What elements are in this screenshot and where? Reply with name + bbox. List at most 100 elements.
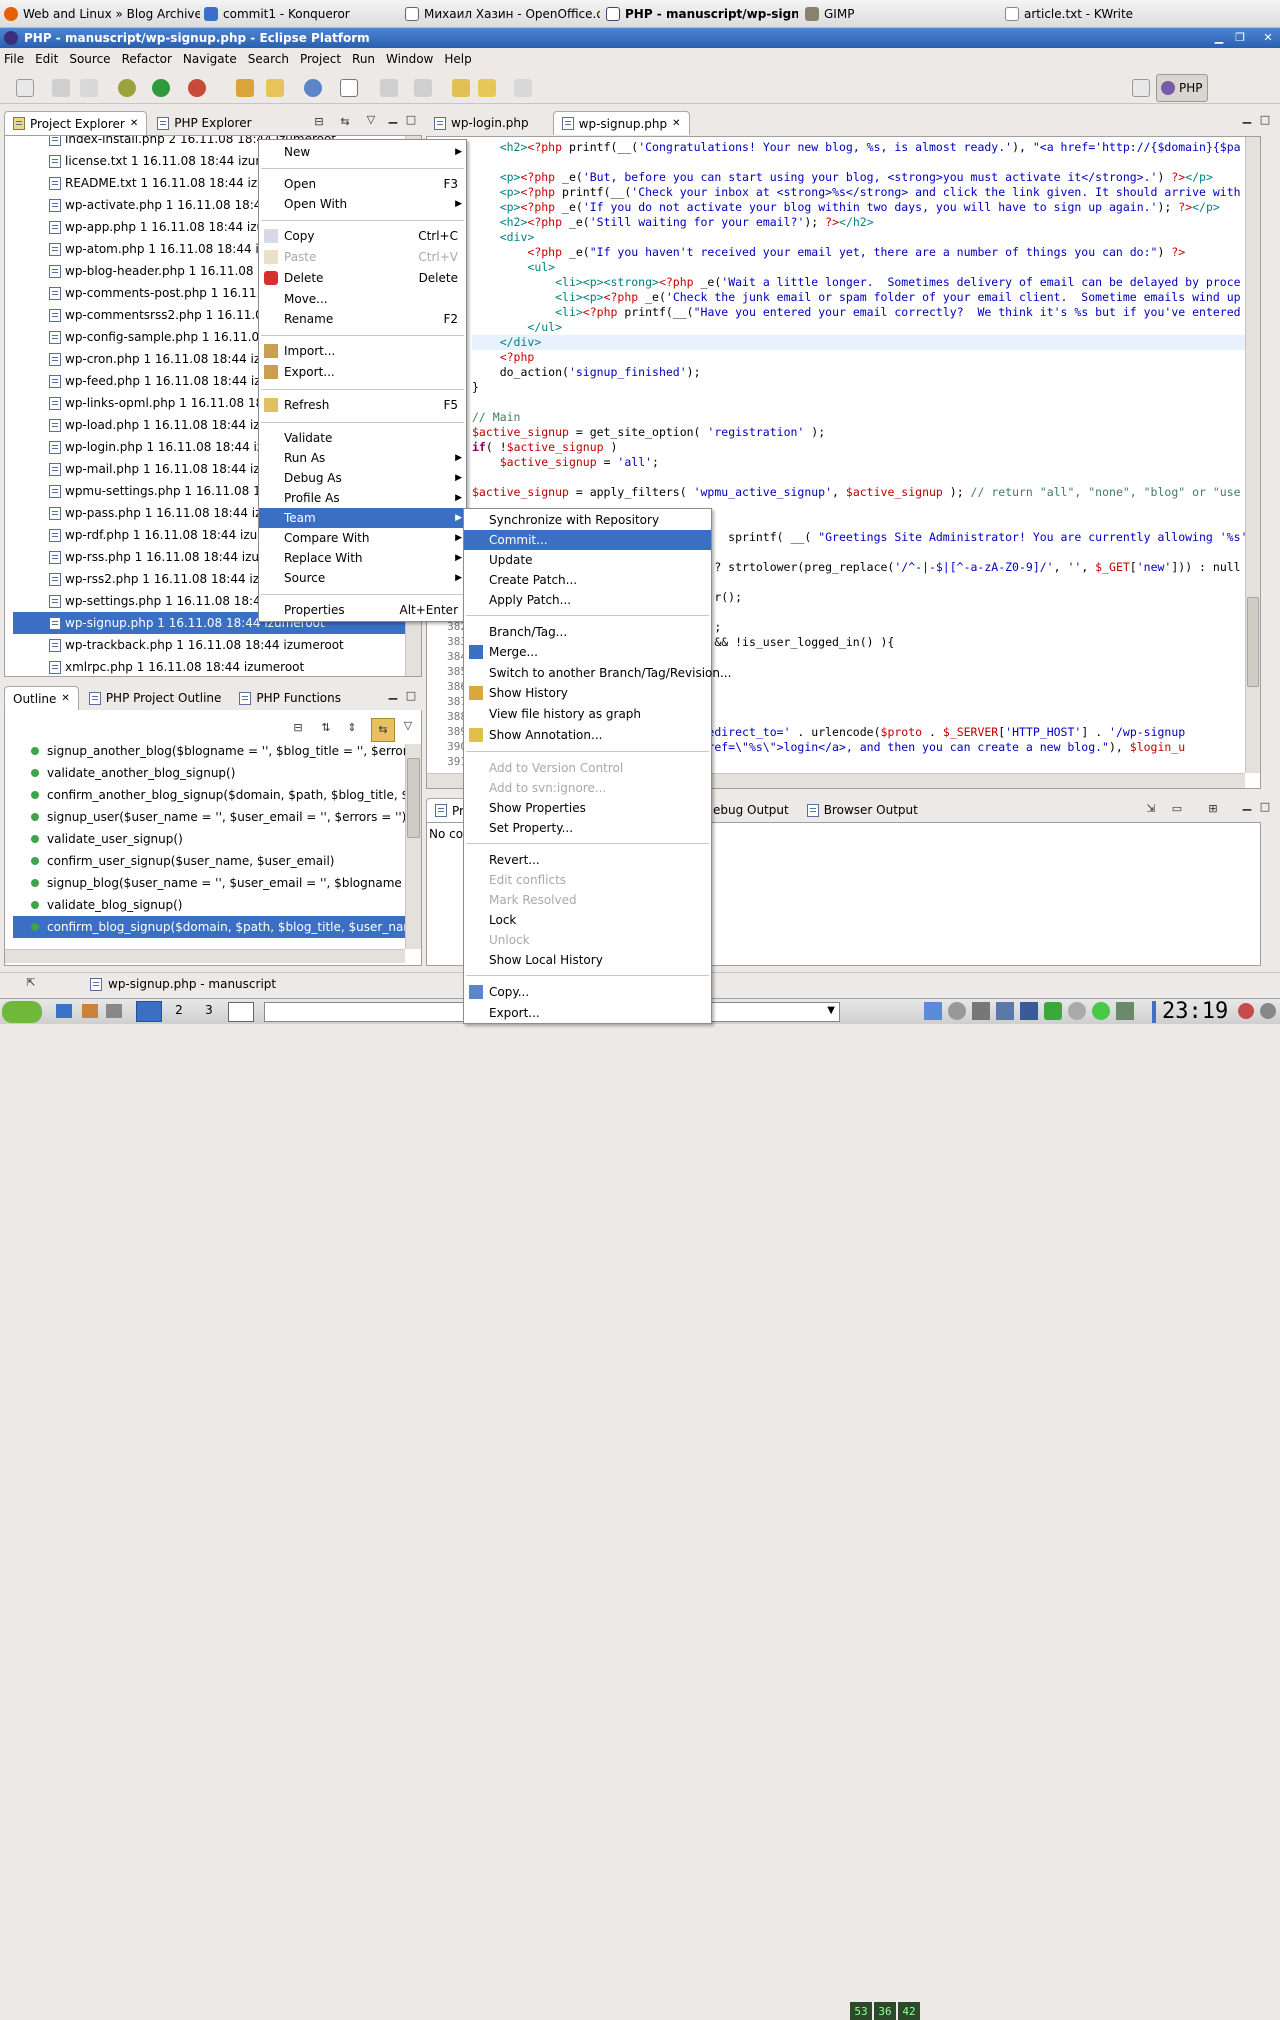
scroll-thumb[interactable] bbox=[407, 758, 420, 838]
collapse-all-icon[interactable]: ⊟ bbox=[291, 722, 305, 736]
team-item-merge[interactable]: Merge... bbox=[464, 642, 711, 662]
menu-source[interactable]: Source bbox=[69, 52, 110, 66]
next-annotation-icon[interactable] bbox=[380, 79, 398, 97]
link-editor-icon[interactable]: ⇆ bbox=[338, 116, 352, 130]
fast-view-icon[interactable]: ⇱ bbox=[24, 977, 38, 991]
outline-item[interactable]: validate_user_signup() bbox=[13, 828, 408, 850]
last-edit-icon[interactable] bbox=[452, 79, 470, 97]
tray-k-icon[interactable] bbox=[1020, 1002, 1038, 1020]
menu-item-copy[interactable]: Copy Ctrl+C bbox=[259, 226, 466, 246]
prev-annotation-icon[interactable] bbox=[414, 79, 432, 97]
close-tab-icon[interactable]: ✕ bbox=[61, 693, 69, 704]
menu-item-new[interactable]: New ▶ bbox=[259, 142, 466, 162]
menu-run[interactable]: Run bbox=[352, 52, 375, 66]
filter-icon[interactable]: ⇕ bbox=[345, 722, 359, 736]
team-item-mark-resolved[interactable]: Mark Resolved bbox=[464, 890, 711, 910]
task-openoffice[interactable]: Михаил Хазин - OpenOffice.org bbox=[405, 0, 600, 28]
external-tools-icon[interactable] bbox=[188, 79, 206, 97]
tray-search-icon[interactable] bbox=[1068, 1002, 1086, 1020]
pin-icon[interactable]: ⇲ bbox=[1144, 803, 1158, 817]
tray-logout-icon[interactable] bbox=[1238, 1003, 1254, 1019]
tools-icon[interactable] bbox=[106, 1004, 122, 1018]
scroll-thumb[interactable] bbox=[1247, 597, 1259, 687]
back-icon[interactable] bbox=[478, 79, 496, 97]
outline-item[interactable]: confirm_user_signup($user_name, $user_em… bbox=[13, 850, 408, 872]
debug-icon[interactable] bbox=[118, 79, 136, 97]
tray-im-icon[interactable] bbox=[1044, 1002, 1062, 1020]
tab-outline[interactable]: Outline ✕ bbox=[4, 686, 79, 710]
tray-printer-icon[interactable] bbox=[996, 1002, 1014, 1020]
team-item-show-properties[interactable]: Show Properties bbox=[464, 798, 711, 818]
maximize-view-icon[interactable]: □ bbox=[1258, 801, 1272, 815]
close-icon[interactable]: ✕ bbox=[1260, 31, 1276, 45]
tab-php-project-outline[interactable]: PHP Project Outline bbox=[81, 686, 230, 710]
menu-item-profile-as[interactable]: Profile As ▶ bbox=[259, 488, 466, 508]
open-resource-icon[interactable] bbox=[266, 79, 284, 97]
team-item-unlock[interactable]: Unlock bbox=[464, 930, 711, 950]
menu-search[interactable]: Search bbox=[248, 52, 289, 66]
close-tab-icon[interactable]: ✕ bbox=[672, 118, 680, 129]
forward-icon[interactable] bbox=[514, 79, 532, 97]
menu-item-compare-with[interactable]: Compare With ▶ bbox=[259, 528, 466, 548]
clock[interactable]: 23:19 bbox=[1162, 999, 1228, 1025]
menu-item-run-as[interactable]: Run As ▶ bbox=[259, 448, 466, 468]
menu-item-open[interactable]: Open F3 bbox=[259, 174, 466, 194]
php-perspective-button[interactable]: PHP bbox=[1156, 74, 1208, 102]
tab-debug-output[interactable]: ebug Output bbox=[705, 798, 797, 822]
tab-php-explorer[interactable]: PHP Explorer bbox=[149, 111, 259, 135]
tree-item[interactable]: wp-trackback.php 1 16.11.08 18:44 izumer… bbox=[13, 634, 408, 656]
minimize-view-icon[interactable]: ▁ bbox=[1240, 799, 1254, 813]
team-item-revert[interactable]: Revert... bbox=[464, 850, 711, 870]
tab-wp-login[interactable]: wp-login.php bbox=[426, 111, 537, 135]
run-icon[interactable] bbox=[152, 79, 170, 97]
menu-item-properties[interactable]: Properties Alt+Enter bbox=[259, 600, 466, 620]
start-menu-icon[interactable] bbox=[2, 1001, 42, 1023]
open-console-icon[interactable]: ⊞ bbox=[1206, 803, 1220, 817]
task-eclipse[interactable]: PHP - manuscript/wp-signup.ph bbox=[606, 0, 798, 28]
team-item-show-history[interactable]: Show History bbox=[464, 683, 711, 703]
chevron-down-icon[interactable]: ▼ bbox=[827, 1005, 835, 1016]
menu-item-export[interactable]: Export... bbox=[259, 362, 466, 382]
close-tab-icon[interactable]: ✕ bbox=[130, 118, 138, 129]
outline-item[interactable]: signup_blog($user_name = '', $user_email… bbox=[13, 872, 408, 894]
sort-icon[interactable]: ⇅ bbox=[319, 722, 333, 736]
outline-item[interactable]: signup_another_blog($blogname = '', $blo… bbox=[13, 744, 408, 762]
menu-edit[interactable]: Edit bbox=[35, 52, 58, 66]
team-item-commit[interactable]: Commit... bbox=[464, 530, 711, 550]
desktop-3-button[interactable]: 3 bbox=[198, 1003, 220, 1021]
tab-browser-output[interactable]: Browser Output bbox=[799, 798, 926, 822]
team-item-export[interactable]: Export... bbox=[464, 1003, 711, 1023]
team-item-update[interactable]: Update bbox=[464, 550, 711, 570]
outline-item[interactable]: signup_user($user_name = '', $user_email… bbox=[13, 806, 408, 828]
team-item-add-to-svn-ignore[interactable]: Add to svn:ignore... bbox=[464, 778, 711, 798]
maximize-icon[interactable]: ❐ bbox=[1232, 31, 1248, 45]
team-item-copy[interactable]: Copy... bbox=[464, 982, 711, 1002]
menu-refactor[interactable]: Refactor bbox=[122, 52, 172, 66]
open-type-icon[interactable] bbox=[236, 79, 254, 97]
minimize-view-icon[interactable]: ▁ bbox=[386, 112, 400, 126]
team-item-branch-tag[interactable]: Branch/Tag... bbox=[464, 622, 711, 642]
team-item-add-to-version-control[interactable]: Add to Version Control bbox=[464, 758, 711, 778]
team-item-show-local-history[interactable]: Show Local History bbox=[464, 950, 711, 970]
menu-item-debug-as[interactable]: Debug As ▶ bbox=[259, 468, 466, 488]
outline-scrollbar[interactable] bbox=[405, 744, 421, 949]
task-kwrite[interactable]: article.txt - KWrite bbox=[1005, 0, 1185, 28]
menu-item-team[interactable]: Team ▶ bbox=[259, 508, 466, 528]
minimize-view-icon[interactable]: ▁ bbox=[386, 688, 400, 702]
team-item-lock[interactable]: Lock bbox=[464, 910, 711, 930]
menu-item-delete[interactable]: Delete Delete bbox=[259, 268, 466, 288]
tab-project-explorer[interactable]: Project Explorer ✕ bbox=[4, 111, 148, 135]
menu-item-rename[interactable]: Rename F2 bbox=[259, 309, 466, 329]
desktop-icon[interactable] bbox=[56, 1004, 72, 1018]
tab-php-functions[interactable]: PHP Functions bbox=[231, 686, 349, 710]
desktop-1-button[interactable] bbox=[136, 1001, 162, 1022]
team-item-switch-to-another-branch-tag-revision[interactable]: Switch to another Branch/Tag/Revision... bbox=[464, 663, 731, 683]
maximize-view-icon[interactable]: □ bbox=[1258, 114, 1272, 128]
save-icon[interactable] bbox=[52, 79, 70, 97]
team-item-edit-conflicts[interactable]: Edit conflicts bbox=[464, 870, 711, 890]
outline-item[interactable]: validate_another_blog_signup() bbox=[13, 762, 408, 784]
minimize-icon[interactable]: ▁ bbox=[1211, 31, 1227, 45]
menu-item-open-with[interactable]: Open With ▶ bbox=[259, 194, 466, 214]
menu-item-import[interactable]: Import... bbox=[259, 341, 466, 361]
outline-item[interactable]: validate_blog_signup() bbox=[13, 894, 408, 916]
